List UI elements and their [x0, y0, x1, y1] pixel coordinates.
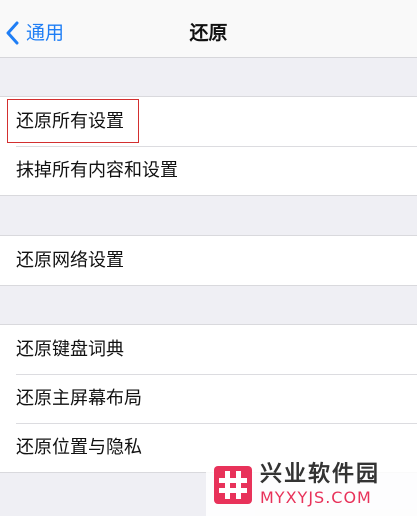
watermark-url: MYXYJS.COM	[260, 488, 372, 507]
reset-network-settings-row[interactable]: 还原网络设置	[0, 236, 417, 285]
row-label: 抹掉所有内容和设置	[16, 159, 178, 181]
back-label: 通用	[26, 22, 65, 44]
back-button[interactable]: 通用	[6, 18, 64, 48]
row-label: 还原所有设置	[16, 110, 124, 132]
row-label: 还原网络设置	[16, 249, 124, 271]
reset-keyboard-dictionary-row[interactable]: 还原键盘词典	[0, 325, 417, 374]
row-label: 还原键盘词典	[16, 338, 124, 360]
reset-group-misc: 还原键盘词典 还原主屏幕布局 还原位置与隐私	[0, 324, 417, 473]
row-label: 还原位置与隐私	[16, 436, 142, 458]
row-label: 还原主屏幕布局	[16, 387, 142, 409]
reset-all-settings-row[interactable]: 还原所有设置	[0, 97, 417, 146]
reset-group-network: 还原网络设置	[0, 235, 417, 286]
hash-logo-icon	[214, 466, 252, 504]
reset-home-screen-layout-row[interactable]: 还原主屏幕布局	[0, 374, 417, 423]
reset-group-settings: 还原所有设置 抹掉所有内容和设置	[0, 96, 417, 196]
watermark: 兴业软件园 MYXYJS.COM	[206, 454, 417, 516]
erase-all-content-row[interactable]: 抹掉所有内容和设置	[0, 146, 417, 195]
navigation-bar: 通用 还原	[0, 0, 417, 58]
chevron-left-icon	[6, 21, 20, 45]
watermark-title: 兴业软件园	[260, 462, 381, 487]
